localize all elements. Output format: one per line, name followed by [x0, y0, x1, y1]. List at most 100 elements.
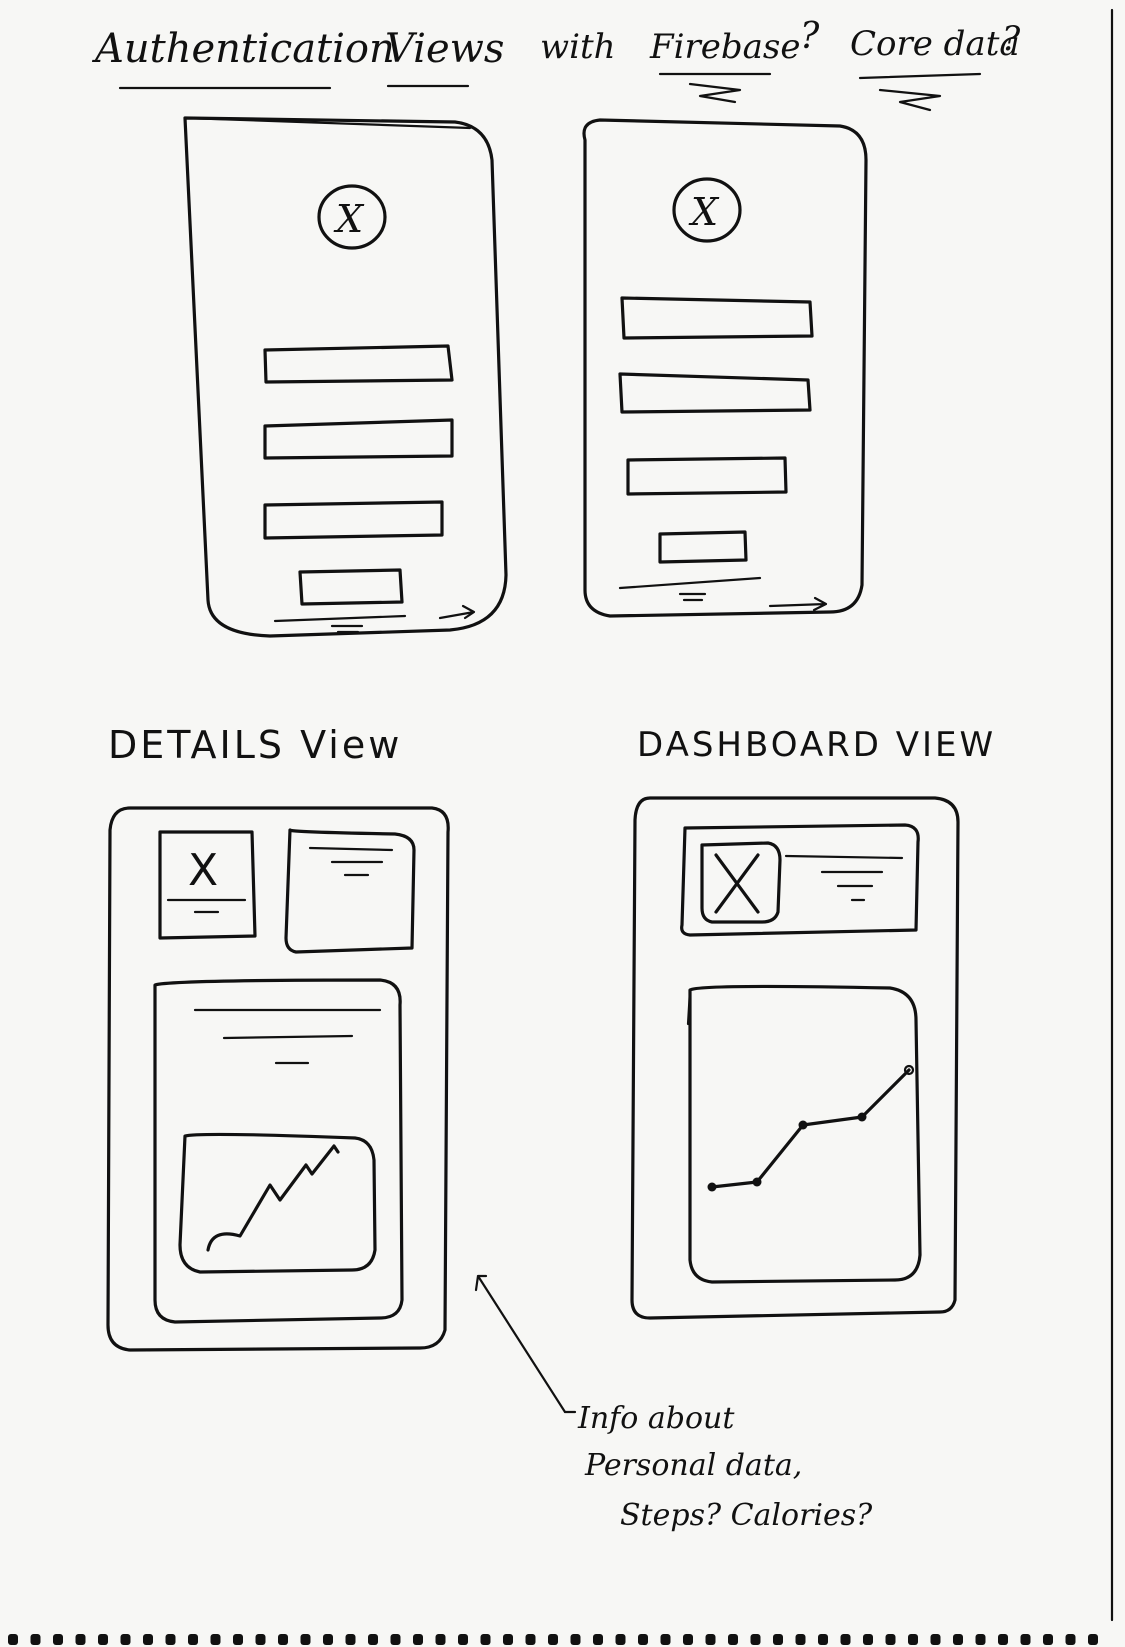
chart-point	[857, 1112, 867, 1122]
next-arrow-icon	[768, 596, 828, 612]
footer-line	[273, 614, 407, 623]
spiral-hole	[323, 1634, 333, 1645]
annotation-line-3: Steps? Calories?	[620, 1498, 873, 1533]
spiral-hole	[908, 1634, 918, 1645]
spiral-hole	[773, 1634, 783, 1645]
spiral-hole	[435, 1634, 446, 1645]
chart-point	[752, 1177, 762, 1187]
spiral-hole	[525, 1634, 536, 1645]
spiral-hole	[863, 1634, 873, 1645]
spiral-hole	[683, 1634, 693, 1645]
auth-screen-login: X	[582, 118, 868, 618]
title-firebase: Firebase	[649, 27, 800, 67]
input-field-name	[263, 344, 454, 384]
spiral-hole	[390, 1634, 401, 1645]
spiral-hole	[120, 1634, 131, 1645]
spiral-hole	[638, 1634, 648, 1645]
notebook-spiral	[8, 1634, 1098, 1645]
spiral-hole	[1088, 1634, 1098, 1645]
image-placeholder-icon: X	[188, 845, 218, 896]
header-card	[680, 823, 920, 937]
chart-series	[707, 1064, 915, 1192]
avatar-placeholder-icon	[714, 853, 760, 914]
dashboard-screen	[630, 796, 960, 1320]
spiral-hole	[75, 1634, 86, 1645]
core-data-squiggle	[858, 72, 982, 112]
details-view-label: DETAILS View	[108, 723, 402, 767]
spiral-hole	[705, 1634, 716, 1645]
spiral-hole	[1043, 1634, 1053, 1645]
phone-frame	[630, 796, 960, 1320]
spiral-hole	[615, 1634, 626, 1645]
dashboard-view-label: DASHBOARD VIEW	[637, 725, 996, 765]
spiral-hole	[728, 1634, 738, 1645]
annotation-arrow-icon	[474, 1274, 567, 1414]
submit-button	[658, 530, 748, 564]
chart-line	[206, 1144, 340, 1252]
spiral-hole	[1065, 1634, 1076, 1645]
avatar-frame	[700, 841, 782, 924]
spiral-hole	[480, 1634, 491, 1645]
spiral-hole	[255, 1634, 266, 1645]
spiral-hole	[503, 1634, 513, 1645]
spiral-hole	[210, 1634, 221, 1645]
spiral-hole	[953, 1634, 963, 1645]
spiral-hole	[188, 1634, 198, 1645]
footer-line	[618, 576, 762, 590]
details-screen: X	[106, 806, 450, 1352]
spiral-hole	[1020, 1634, 1031, 1645]
spiral-hole	[570, 1634, 581, 1645]
title-core-data: Core data	[850, 24, 1020, 64]
input-field-email	[620, 296, 814, 340]
chart-line	[710, 1068, 911, 1189]
spiral-hole	[548, 1634, 558, 1645]
spiral-hole	[53, 1634, 63, 1645]
spiral-hole	[660, 1634, 671, 1645]
next-arrow-icon	[438, 604, 476, 620]
input-field-password	[263, 500, 444, 540]
spiral-hole	[795, 1634, 806, 1645]
spiral-hole	[98, 1634, 108, 1645]
spiral-hole	[413, 1634, 423, 1645]
logo-mark: X	[688, 190, 720, 234]
footer-text-stub	[330, 624, 364, 634]
spiral-hole	[300, 1634, 311, 1645]
firebase-squiggle	[658, 72, 772, 104]
spiral-hole	[278, 1634, 288, 1645]
auth-screen-register: X	[183, 116, 508, 638]
annotation-line-1: Info about	[577, 1401, 735, 1436]
spiral-hole	[143, 1634, 153, 1645]
chart-point	[798, 1120, 808, 1130]
spiral-hole	[998, 1634, 1008, 1645]
chart-frame	[178, 1132, 377, 1274]
sketch-canvas: Authentication Views with Firebase ? Cor…	[8, 8, 1114, 1645]
spiral-hole	[8, 1634, 18, 1645]
page-title: Authentication Views with Firebase ? Cor…	[91, 16, 1021, 112]
spiral-hole	[233, 1634, 243, 1645]
input-field-password	[618, 372, 812, 414]
spiral-hole	[30, 1634, 41, 1645]
summary-card-text	[308, 846, 394, 877]
logo-mark: X	[333, 197, 365, 241]
input-field-email	[263, 418, 454, 460]
spiral-hole	[818, 1634, 828, 1645]
phone-frame	[183, 116, 508, 638]
phone-frame	[582, 118, 868, 618]
spiral-hole	[750, 1634, 761, 1645]
spiral-hole	[840, 1634, 851, 1645]
chart-panel	[688, 984, 922, 1284]
spiral-hole	[345, 1634, 356, 1645]
image-card-caption	[166, 898, 247, 914]
spiral-hole	[593, 1634, 603, 1645]
spiral-hole	[930, 1634, 941, 1645]
title-question-2: ?	[1002, 19, 1021, 59]
title-authentication: Authentication	[91, 26, 395, 72]
title-views: Views	[385, 26, 504, 72]
spiral-hole	[458, 1634, 468, 1645]
spiral-hole	[885, 1634, 896, 1645]
chart-point	[707, 1182, 717, 1192]
annotation-line-2: Personal data,	[584, 1448, 802, 1483]
spiral-hole	[368, 1634, 378, 1645]
input-field-extra	[626, 456, 788, 496]
spiral-hole	[975, 1634, 986, 1645]
